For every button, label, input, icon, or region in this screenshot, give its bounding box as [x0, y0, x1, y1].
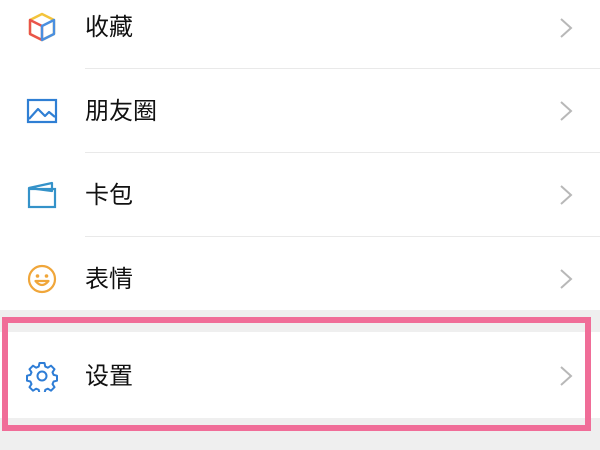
- chevron-right-icon: [558, 364, 574, 388]
- menu-item-label: 朋友圈: [85, 97, 157, 125]
- gear-icon: [26, 360, 58, 392]
- menu-item-stickers[interactable]: 表情: [0, 238, 600, 310]
- row-divider: [85, 236, 600, 237]
- menu-item-label: 收藏: [85, 13, 133, 41]
- row-divider: [85, 68, 600, 69]
- section-gap: [0, 418, 600, 450]
- menu-item-card-wallet[interactable]: 卡包: [0, 154, 600, 236]
- menu-item-label: 表情: [85, 265, 133, 293]
- menu-item-label: 卡包: [85, 181, 133, 209]
- favorites-cube-icon: [26, 11, 58, 43]
- menu-item-moments[interactable]: 朋友圈: [0, 70, 600, 152]
- menu-item-label: 设置: [85, 362, 133, 390]
- chevron-right-icon: [558, 267, 574, 291]
- row-divider: [85, 152, 600, 153]
- chevron-right-icon: [558, 99, 574, 123]
- card-wallet-icon: [26, 179, 58, 211]
- menu-item-favorites[interactable]: 收藏: [0, 0, 600, 60]
- section-gap: [0, 310, 600, 332]
- chevron-right-icon: [558, 183, 574, 207]
- moments-picture-icon: [26, 95, 58, 127]
- smiley-icon: [26, 263, 58, 295]
- chevron-right-icon: [558, 16, 574, 40]
- menu-item-settings[interactable]: 设置: [0, 332, 600, 418]
